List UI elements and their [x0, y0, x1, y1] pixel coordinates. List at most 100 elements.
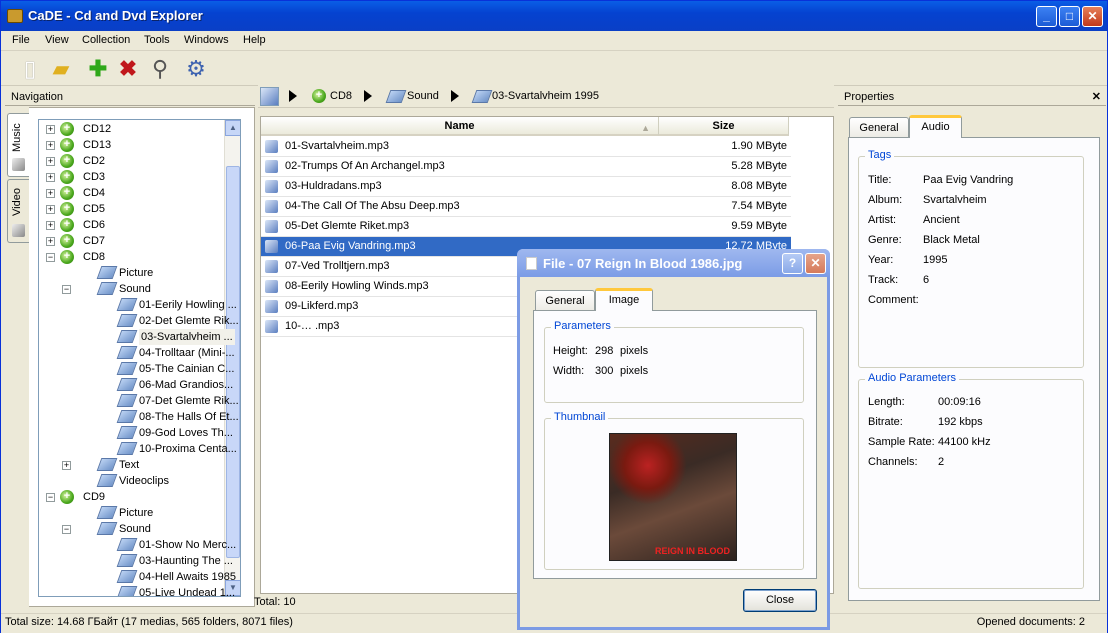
expand-icon[interactable]: +: [46, 205, 55, 214]
expand-icon[interactable]: +: [46, 173, 55, 182]
maximize-button[interactable]: □: [1059, 6, 1080, 27]
menu-collection[interactable]: Collection: [82, 34, 130, 46]
tree-node-folder[interactable]: 01-Show No Merc...: [45, 537, 236, 553]
menu-view[interactable]: View: [45, 34, 69, 46]
folder-icon: [116, 330, 138, 343]
settings-icon[interactable]: ⚙: [183, 56, 209, 82]
tree-node-cd[interactable]: − + CD8: [45, 249, 223, 265]
help-button[interactable]: ?: [782, 253, 803, 274]
tree-node-cd[interactable]: + + CD5: [45, 201, 223, 217]
expand-icon[interactable]: +: [46, 221, 55, 230]
menu-help[interactable]: Help: [243, 34, 266, 46]
menu-file[interactable]: File: [12, 34, 30, 46]
tree-node-label: 07-Det Glemte Rik...: [139, 395, 239, 407]
expand-icon[interactable]: +: [46, 157, 55, 166]
tree-node-folder[interactable]: − Sound: [45, 521, 223, 537]
tree-node-folder[interactable]: 07-Det Glemte Rik...: [45, 393, 239, 409]
tree-node-cd[interactable]: − + CD9: [45, 489, 223, 505]
cd-icon: +: [60, 202, 74, 216]
close-dialog-button[interactable]: Close: [743, 589, 817, 612]
tree-node-cd[interactable]: + + CD2: [45, 153, 223, 169]
dialog-close-icon[interactable]: ✕: [805, 253, 826, 274]
tab-video[interactable]: Video: [7, 179, 29, 243]
file-row[interactable]: 04-The Call Of The Absu Deep.mp3 7.54 MBy…: [261, 197, 791, 217]
breadcrumb-item-cd8[interactable]: CD8: [330, 90, 352, 102]
tree-node-cd[interactable]: + + CD3: [45, 169, 223, 185]
menu-tools[interactable]: Tools: [144, 34, 170, 46]
open-folder-icon[interactable]: ▰: [48, 56, 74, 82]
tree-node-folder[interactable]: 09-God Loves Th...: [45, 425, 233, 441]
title-bar[interactable]: CaDE - Cd and Dvd Explorer _ □ ✕: [1, 1, 1107, 31]
tab-music[interactable]: Music: [7, 113, 29, 177]
dialog-tab-image[interactable]: Image: [595, 288, 653, 311]
tree-node-folder[interactable]: 06-Mad Grandios...: [45, 377, 233, 393]
file-name: 10-… .mp3: [285, 320, 340, 332]
folder-icon: [116, 570, 138, 583]
new-icon[interactable]: ▯: [17, 56, 43, 82]
tree-node-folder[interactable]: Picture: [45, 505, 223, 521]
tree-node-folder[interactable]: + Text: [45, 457, 223, 473]
close-button[interactable]: ✕: [1082, 6, 1103, 27]
tree-node-folder[interactable]: 08-The Halls Of Et...: [45, 409, 239, 425]
property-key: Bitrate:: [868, 416, 903, 428]
navigation-tree[interactable]: ▲ ▼ + + CD12 + + CD13 + + CD2 + + CD3 + + CD4 + + CD5 + + CD…: [38, 119, 241, 597]
tree-node-folder[interactable]: 03-Svartalvheim ...: [45, 329, 235, 345]
breadcrumb-item-sound[interactable]: Sound: [407, 90, 439, 102]
tree-node-folder[interactable]: Videoclips: [45, 473, 223, 489]
collapse-icon[interactable]: −: [46, 253, 55, 262]
search-icon[interactable]: ⚲: [147, 56, 173, 82]
close-panel-icon[interactable]: ✕: [1092, 90, 1101, 103]
tab-audio[interactable]: Audio: [909, 115, 962, 138]
tree-node-folder[interactable]: 04-Hell Awaits 1985: [45, 569, 236, 585]
expand-icon[interactable]: +: [62, 461, 71, 470]
scroll-up-button[interactable]: ▲: [225, 120, 240, 136]
column-header-size[interactable]: Size: [659, 117, 789, 136]
delete-icon[interactable]: ✖: [115, 56, 141, 82]
tree-node-folder[interactable]: 01-Eerily Howling ...: [45, 297, 237, 313]
audio-file-icon: [265, 300, 278, 313]
dialog-tab-general[interactable]: General: [535, 290, 595, 311]
tree-node-label: 08-The Halls Of Et...: [139, 411, 239, 423]
tab-general[interactable]: General: [849, 117, 909, 138]
tree-node-cd[interactable]: + + CD12: [45, 121, 223, 137]
expand-icon[interactable]: +: [46, 141, 55, 150]
tree-node-cd[interactable]: + + CD4: [45, 185, 223, 201]
tree-node-folder[interactable]: − Sound: [45, 281, 223, 297]
expand-icon[interactable]: +: [46, 237, 55, 246]
audio-file-icon: [265, 140, 278, 153]
add-icon[interactable]: ✚: [85, 56, 111, 82]
tree-node-label: CD3: [83, 171, 106, 183]
expand-icon[interactable]: +: [46, 189, 55, 198]
file-row[interactable]: 05-Det Glemte Riket.mp3 9.59 MByte: [261, 217, 791, 237]
tree-node-cd[interactable]: + + CD6: [45, 217, 223, 233]
tree-node-folder[interactable]: 02-Det Glemte Rik...: [45, 313, 239, 329]
file-row[interactable]: 01-Svartalvheim.mp3 1.90 MByte: [261, 137, 791, 157]
sort-ascending-icon: ▲: [641, 123, 650, 133]
collapse-icon[interactable]: −: [46, 493, 55, 502]
window-title: CaDE - Cd and Dvd Explorer: [28, 8, 203, 23]
tree-node-cd[interactable]: + + CD7: [45, 233, 223, 249]
column-header-name[interactable]: Name ▲: [261, 117, 659, 136]
file-row[interactable]: 03-Huldradans.mp3 8.08 MByte: [261, 177, 791, 197]
file-row[interactable]: 02-Trumps Of An Archangel.mp3 5.28 MByte: [261, 157, 791, 177]
tree-node-label: CD13: [83, 139, 112, 151]
tree-node-folder[interactable]: Picture: [45, 265, 223, 281]
tree-node-folder[interactable]: 05-The Cainian C...: [45, 361, 234, 377]
tree-node-folder[interactable]: 04-Trolltaar (Mini-...: [45, 345, 235, 361]
expand-icon[interactable]: +: [46, 125, 55, 134]
tree-node-folder[interactable]: 10-Proxima Centa...: [45, 441, 237, 457]
minimize-button[interactable]: _: [1036, 6, 1057, 27]
tree-node-folder[interactable]: 03-Haunting The ...: [45, 553, 233, 569]
tree-node-label: CD2: [83, 155, 106, 167]
root-icon[interactable]: [260, 87, 279, 106]
breadcrumb-item-album[interactable]: 03-Svartalvheim 1995: [492, 90, 599, 102]
dialog-title-bar[interactable]: File - 07 Reign In Blood 1986.jpg ? ✕: [517, 249, 830, 277]
collapse-icon[interactable]: −: [62, 525, 71, 534]
tree-node-folder[interactable]: 05-Live Undead 1...: [45, 585, 235, 596]
folder-icon: [116, 362, 138, 375]
tree-node-cd[interactable]: + + CD13: [45, 137, 223, 153]
menu-windows[interactable]: Windows: [184, 34, 229, 46]
tree-node-label: Videoclips: [119, 475, 169, 487]
collapse-icon[interactable]: −: [62, 285, 71, 294]
audio-file-icon: [265, 200, 278, 213]
